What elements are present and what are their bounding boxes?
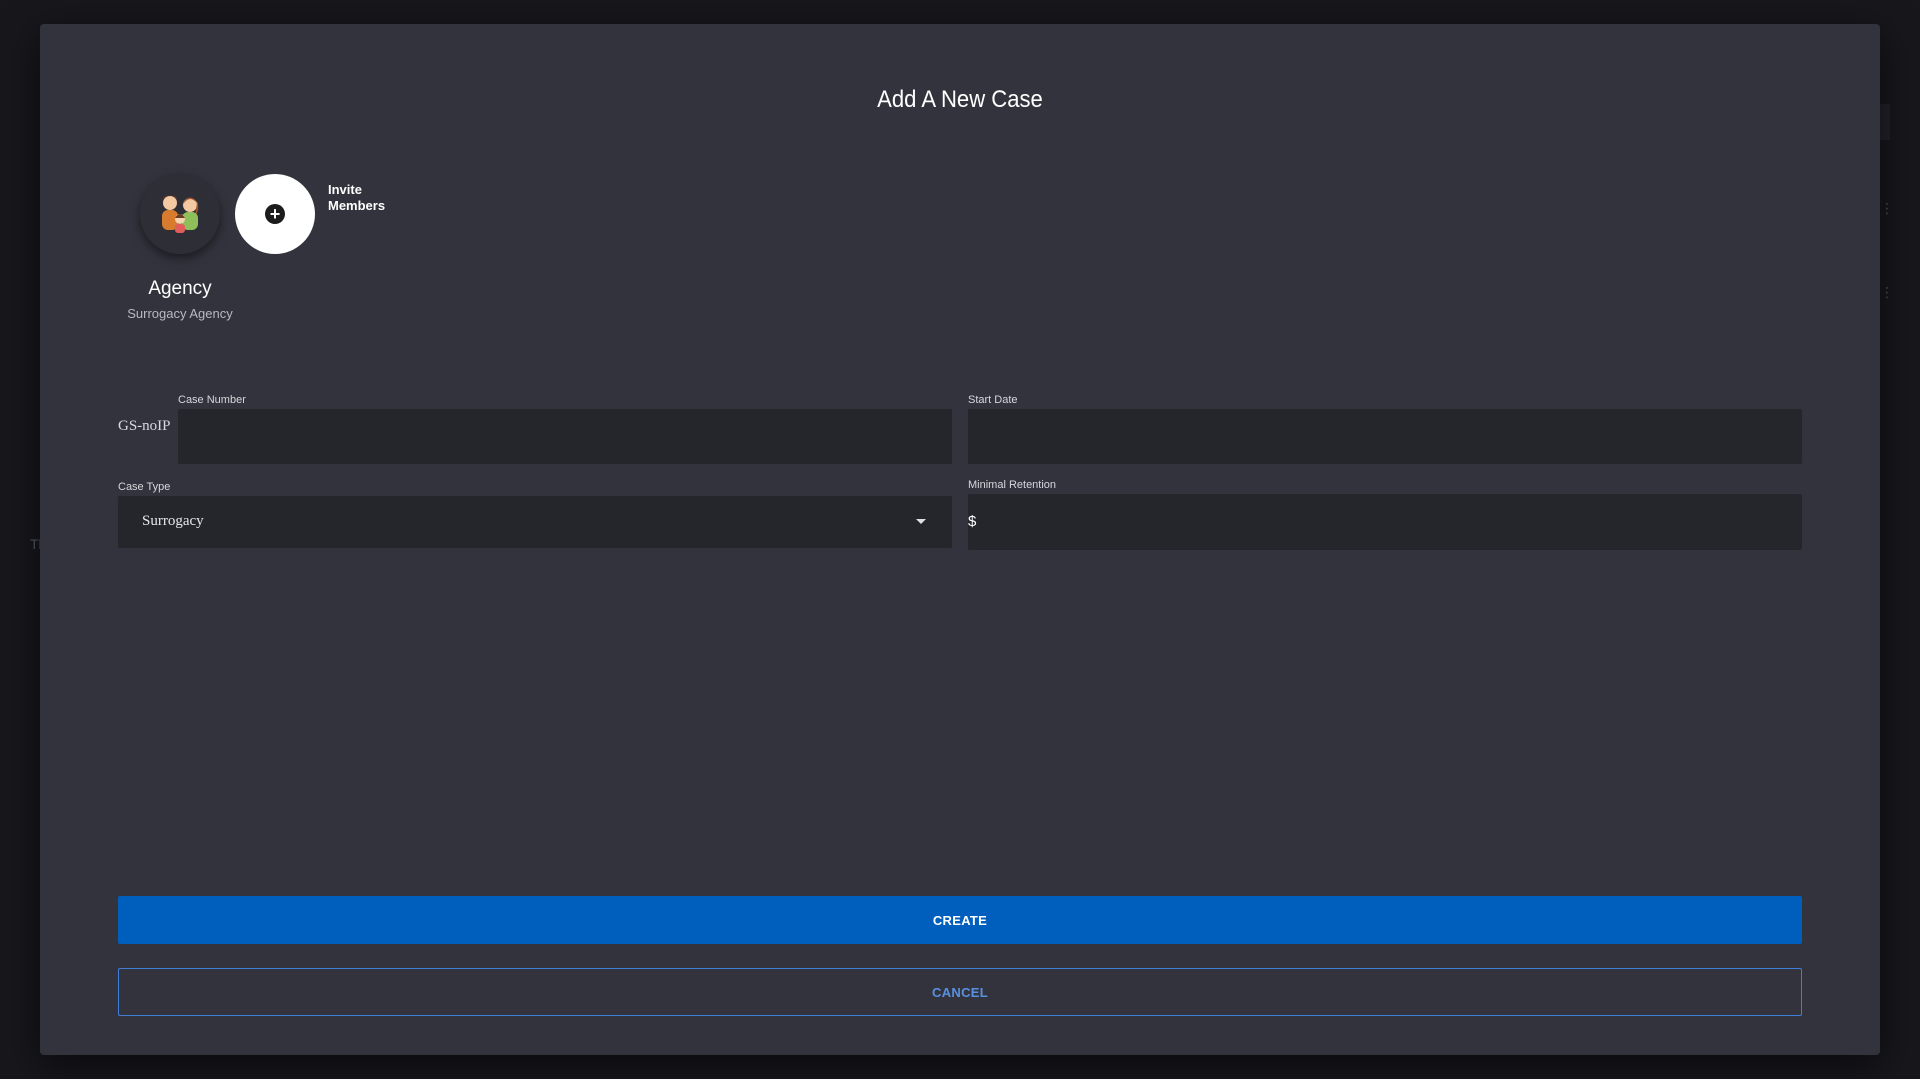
kebab-menu-icon: ⋮ bbox=[1880, 284, 1894, 300]
invite-members-label[interactable]: Invite Members bbox=[328, 182, 398, 214]
case-number-label: Case Number bbox=[178, 394, 246, 406]
case-number-input[interactable] bbox=[178, 409, 952, 464]
add-circle-icon: + bbox=[265, 204, 285, 224]
case-number-prefix: GS-noIP bbox=[118, 418, 171, 434]
dialog-title: Add A New Case bbox=[877, 86, 1043, 113]
case-type-selected-value: Surrogacy bbox=[142, 513, 204, 529]
create-button[interactable]: CREATE bbox=[118, 896, 1802, 944]
minimal-retention-label: Minimal Retention bbox=[968, 479, 1057, 491]
start-date-input[interactable] bbox=[968, 409, 1802, 464]
agency-type: Surrogacy Agency bbox=[127, 306, 233, 321]
invite-members-button[interactable]: + bbox=[235, 174, 315, 254]
add-case-dialog: Add A New Case + Invite Members Agency S… bbox=[40, 24, 1880, 1055]
kebab-menu-icon: ⋮ bbox=[1880, 200, 1894, 216]
minimal-retention-input[interactable]: $ bbox=[968, 494, 1802, 550]
case-type-select[interactable]: Surrogacy bbox=[118, 496, 952, 548]
currency-symbol: $ bbox=[968, 513, 977, 530]
cancel-button[interactable]: CANCEL bbox=[118, 968, 1802, 1016]
agency-avatar[interactable] bbox=[140, 174, 220, 254]
family-avatar-icon bbox=[145, 179, 215, 249]
case-type-label: Case Type bbox=[118, 481, 171, 493]
chevron-down-icon bbox=[916, 519, 926, 524]
start-date-label: Start Date bbox=[968, 394, 1018, 406]
agency-name: Agency bbox=[148, 278, 212, 299]
